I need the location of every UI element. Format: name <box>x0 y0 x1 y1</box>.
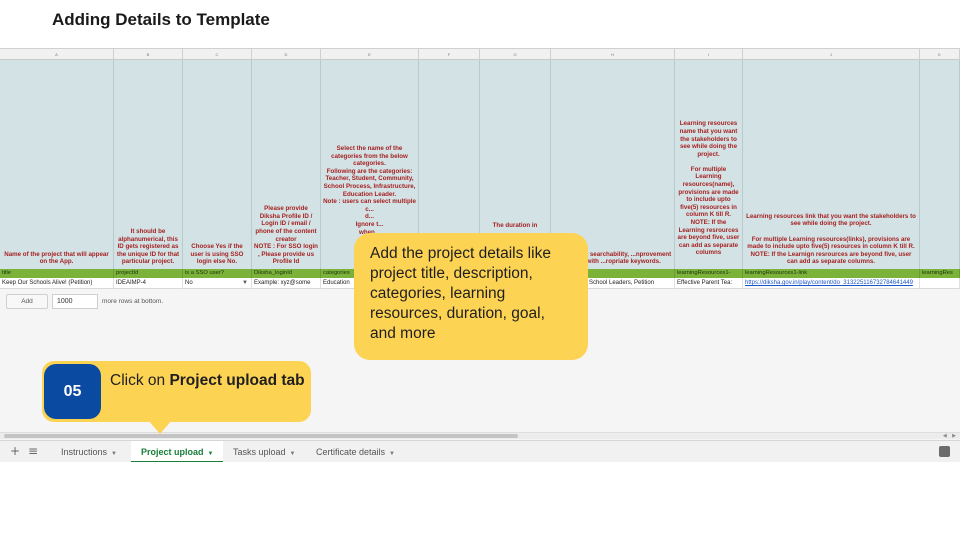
callout-text: Add the project details like project tit… <box>370 245 551 342</box>
tab-label: Project upload <box>141 447 204 457</box>
column-header-i[interactable]: I <box>675 49 743 60</box>
column-header-b[interactable]: B <box>114 49 183 60</box>
description-text: The duration in <box>492 222 538 229</box>
caret-icon: ▼ <box>389 451 395 457</box>
rows-label: more rows at bottom. <box>102 297 164 305</box>
caret-icon: ▼ <box>289 451 296 457</box>
tab-certificate-details[interactable]: Certificate details ▼ <box>316 441 395 462</box>
column-header-row: A B C D E F G H I J K <box>0 49 960 60</box>
value-cell-i[interactable]: Effective Parent Tea: <box>675 278 743 289</box>
value-cell-c[interactable]: No ▼ <box>183 278 252 289</box>
rows-count-input[interactable]: 1000 <box>52 293 98 309</box>
menu-icon[interactable]: ≡ <box>28 444 38 458</box>
description-text: Learning resources name that you want th… <box>677 120 740 257</box>
tab-project-upload[interactable]: Project upload ▼ <box>131 441 224 462</box>
column-header-c[interactable]: C <box>183 49 252 60</box>
sheet-tab-bar: + ≡ Instructions ▼ Project upload ▼ Tasks … <box>0 440 960 462</box>
key-cell-j[interactable]: learningResources1-link <box>743 269 920 278</box>
description-text: Learning resources link that you want th… <box>746 212 916 266</box>
add-rows-button[interactable]: Add <box>6 293 48 309</box>
tab-label: Certificate details <box>316 447 386 457</box>
column-header-e[interactable]: E <box>321 49 419 60</box>
column-header-f[interactable]: F <box>419 49 480 60</box>
step-callout: 05 Click on Project upload tab <box>42 361 311 422</box>
value-cell-a[interactable]: Keep Our Schools Alive! (Petition) <box>0 278 114 289</box>
caret-icon: ▼ <box>111 451 117 457</box>
step-number-badge: 05 <box>44 364 101 419</box>
plus-icon[interactable]: + <box>10 444 20 458</box>
description-text: Select the name of the categories from t… <box>323 145 416 236</box>
caret-icon: ▼ <box>207 451 214 457</box>
value-cell-b[interactable]: IDEAIMP-4 <box>114 278 183 289</box>
dropdown-value: No <box>185 280 193 286</box>
scrollbar-thumb[interactable] <box>4 434 518 438</box>
step-text: Click on Project upload tab <box>110 371 305 391</box>
horizontal-scrollbar[interactable]: ◀ ▶ <box>0 432 960 439</box>
description-text: It should be alphanumerical, this ID get… <box>116 228 180 266</box>
description-cell-k[interactable] <box>920 60 960 269</box>
key-cell-a[interactable]: title <box>0 269 114 278</box>
step-callout-pointer <box>148 420 172 434</box>
description-cell-c[interactable]: Choose Yes if the user is using SSO logi… <box>183 60 252 269</box>
key-cell-b[interactable]: projectId <box>114 269 183 278</box>
tab-label: Instructions <box>61 447 108 457</box>
explore-icon[interactable] <box>939 446 950 457</box>
description-cell-i[interactable]: Learning resources name that you want th… <box>675 60 743 269</box>
column-header-h[interactable]: H <box>551 49 675 60</box>
key-cell-i[interactable]: learningResources1- <box>675 269 743 278</box>
step-text-prefix: Click on <box>110 372 170 389</box>
description-text: Name of the project that will appear on … <box>4 250 109 266</box>
column-header-k[interactable]: K <box>920 49 960 60</box>
column-header-d[interactable]: D <box>252 49 321 60</box>
resource-link-cell[interactable]: https://diksha.gov.in/play/content/do_31… <box>743 278 920 289</box>
key-cell-k[interactable]: learningRes <box>920 269 960 278</box>
step-text-bold: Project upload tab <box>169 372 305 389</box>
description-text: Choose Yes if the user is using SSO logi… <box>190 243 244 266</box>
instruction-callout: Add the project details like project tit… <box>354 233 588 360</box>
description-cell-a[interactable]: Name of the project that will appear on … <box>0 60 114 269</box>
scroll-arrows-icon[interactable]: ◀ ▶ <box>943 433 958 439</box>
key-cell-c[interactable]: is a SSO user? <box>183 269 252 278</box>
tab-tasks-upload[interactable]: Tasks upload ▼ <box>233 441 296 462</box>
description-text: Please provide Diksha Profile ID / Login… <box>254 205 318 266</box>
description-cell-d[interactable]: Please provide Diksha Profile ID / Login… <box>252 60 321 269</box>
key-cell-d[interactable]: Diksha_loginId <box>252 269 321 278</box>
add-rows-control: Add 1000 more rows at bottom. <box>6 293 163 309</box>
tab-label: Tasks upload <box>233 447 286 457</box>
description-cell-j[interactable]: Learning resources link that you want th… <box>743 60 920 269</box>
slide-title: Adding Details to Template <box>52 10 270 29</box>
column-header-g[interactable]: G <box>480 49 551 60</box>
dropdown-arrow-icon[interactable]: ▼ <box>242 278 248 289</box>
column-header-a[interactable]: A <box>0 49 114 60</box>
description-cell-b[interactable]: It should be alphanumerical, this ID get… <box>114 60 183 269</box>
value-cell-k[interactable] <box>920 278 960 289</box>
column-header-j[interactable]: J <box>743 49 920 60</box>
value-cell-d[interactable]: Example: xyz@some <box>252 278 321 289</box>
tab-instructions[interactable]: Instructions ▼ <box>61 441 117 462</box>
